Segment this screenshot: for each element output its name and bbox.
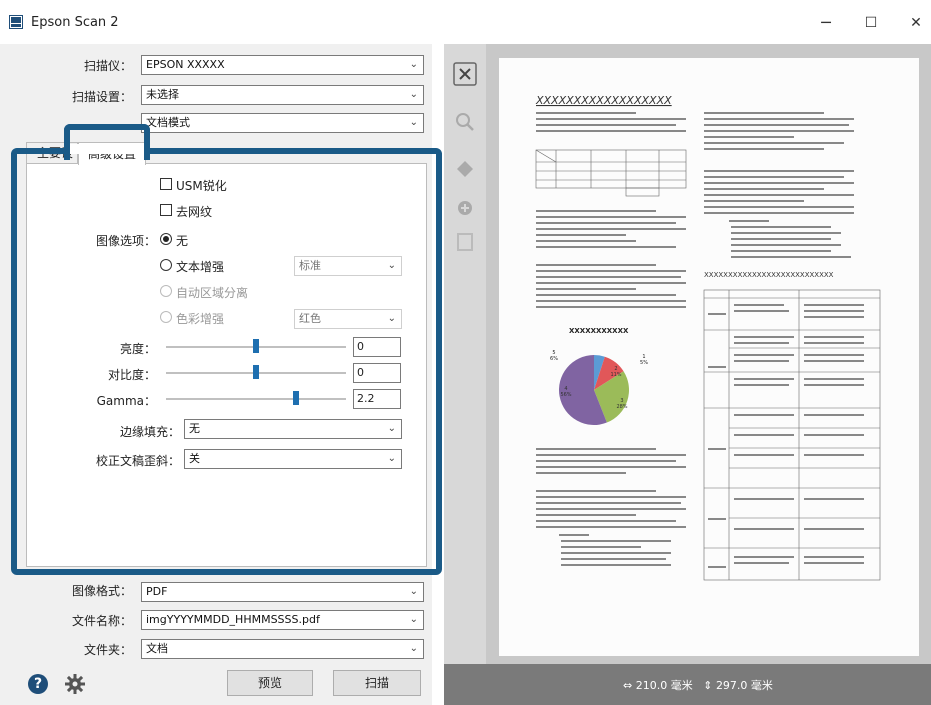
filename-select[interactable]: imgYYYYMMDD_HHMMSSSS.pdf ⌄ [141,610,424,630]
chevron-down-icon: ⌄ [409,586,418,597]
height-icon: ⇕ [703,679,713,692]
add-area-icon[interactable] [451,196,479,220]
scanner-select[interactable]: EPSON XXXXX ⌄ [141,55,424,75]
mode-value: 文档模式 [146,116,190,129]
highlight-tab-gap [70,144,144,154]
scan-settings-label: 扫描设置： [71,90,132,104]
maximize-button[interactable]: ☐ [856,10,886,36]
filename-label: 文件名称： [71,614,132,628]
pie-label: 6% [550,356,558,362]
mode-select[interactable]: 文档模式 ⌄ [141,113,424,133]
scan-settings-value: 未选择 [146,88,179,101]
pie-label: 11% [610,372,621,378]
highlight-frame [11,148,442,575]
pie-label: 28% [616,404,627,410]
document-size: ⇔ 210.0 毫米 ⇕ 297.0 毫米 [623,677,773,693]
title-bar [0,0,931,44]
scan-settings-select[interactable]: 未选择 ⌄ [141,85,424,105]
help-icon[interactable]: ? [28,674,48,694]
minimize-button[interactable]: ─ [811,10,841,36]
close-preview-icon[interactable] [451,62,479,86]
pie-chart-title: XXXXXXXXXXX [569,327,629,335]
height-value: 297.0 毫米 [715,679,773,692]
zoom-icon[interactable] [451,110,479,134]
window-title: Epson Scan 2 [31,15,119,30]
preview-document[interactable]: XXXXXXXXXXXXXXXXXX XXXXXXXXXXXXXXXXXXXXX… [499,58,919,656]
eraser-icon[interactable] [451,155,479,179]
preview-toolbar [444,44,486,664]
image-format-select[interactable]: PDF ⌄ [141,582,424,602]
app-icon [9,15,23,29]
copy-area-icon[interactable] [451,230,479,254]
image-format-label: 图像格式： [71,584,132,598]
folder-label: 文件夹： [83,643,132,657]
width-value: 210.0 毫米 [635,679,693,692]
gear-icon[interactable] [63,672,87,696]
chevron-down-icon: ⌄ [409,614,418,625]
close-button[interactable]: ✕ [901,10,931,36]
pie-label: 56% [560,392,571,398]
chevron-down-icon: ⌄ [409,643,418,654]
preview-button[interactable]: 预览 [227,670,313,696]
folder-value: 文档 [146,642,168,655]
document-heading: XXXXXXXXXXXXXXXXXX [535,94,672,107]
scanner-value: EPSON XXXXX [146,58,225,71]
chevron-down-icon: ⌄ [409,59,418,70]
chevron-down-icon: ⌄ [409,89,418,100]
pie-label: 5% [640,360,648,366]
scan-button[interactable]: 扫描 [333,670,421,696]
width-icon: ⇔ [623,679,633,692]
document-heading-2: XXXXXXXXXXXXXXXXXXXXXXXXXXX [704,271,834,279]
filename-value: imgYYYYMMDD_HHMMSSSS.pdf [146,613,320,626]
chevron-down-icon: ⌄ [409,117,418,128]
scanner-label: 扫描仪： [83,59,132,73]
folder-select[interactable]: 文档 ⌄ [141,639,424,659]
image-format-value: PDF [146,585,168,598]
